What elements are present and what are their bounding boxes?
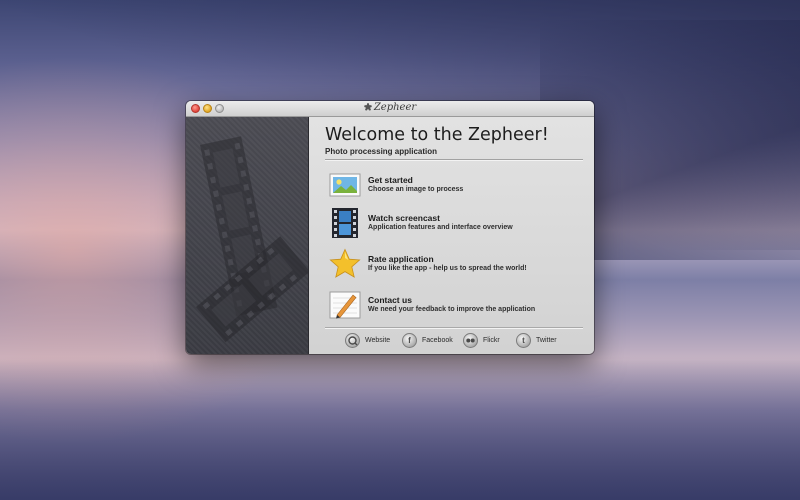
divider (325, 159, 583, 160)
picture-icon (329, 173, 361, 197)
film-strip-decoration (196, 136, 308, 343)
twitter-icon: t (516, 333, 531, 348)
film-icon (332, 208, 358, 238)
watch-screencast-desc: Application features and interface overv… (368, 224, 513, 231)
watch-screencast-title: Watch screencast (368, 213, 440, 223)
window-title-text: Zepheer (373, 102, 417, 113)
app-icon (364, 103, 372, 111)
get-started-desc: Choose an image to process (368, 186, 464, 193)
rate-application-title: Rate application (368, 254, 434, 264)
sidebar (186, 117, 309, 354)
facebook-label: Facebook (422, 337, 453, 344)
rate-application-item[interactable]: Rate application If you like the app - h… (329, 248, 579, 280)
window-title: Zepheer (186, 102, 594, 113)
title-bar[interactable]: Zepheer (186, 101, 594, 117)
flickr-label: Flickr (483, 337, 500, 344)
main-content: Welcome to the Zepheer! Photo processing… (309, 117, 594, 354)
pencil-letter-icon (329, 291, 361, 319)
contact-us-title: Contact us (368, 295, 412, 305)
flickr-icon (463, 333, 478, 348)
website-label: Website (365, 337, 391, 344)
rate-application-desc: If you like the app - help us to spread … (368, 265, 527, 272)
get-started-item[interactable]: Get started Choose an image to process (329, 169, 579, 201)
welcome-subtitle: Photo processing application (325, 147, 438, 156)
watch-screencast-item[interactable]: Watch screencast Application features an… (329, 207, 579, 239)
contact-us-desc: We need your feedback to improve the app… (368, 306, 536, 313)
welcome-window: Zepheer Welcome to the Zepheer! Photo pr… (186, 101, 594, 354)
website-icon (345, 333, 360, 348)
facebook-icon: f (402, 333, 417, 348)
contact-us-item[interactable]: Contact us We need your feedback to impr… (329, 289, 579, 321)
twitter-label: Twitter (536, 337, 557, 344)
get-started-title: Get started (368, 175, 413, 185)
star-icon (329, 248, 361, 278)
footer-divider (325, 327, 583, 328)
welcome-heading: Welcome to the Zepheer! (325, 125, 549, 145)
